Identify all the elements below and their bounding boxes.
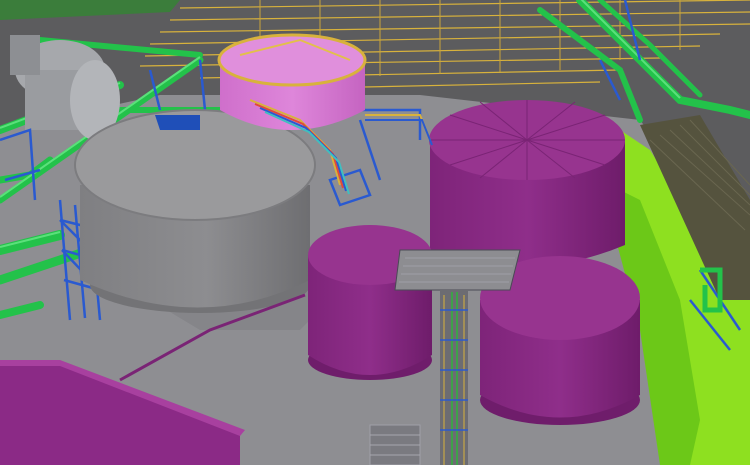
large-purple-tank[interactable] bbox=[429, 100, 625, 267]
small-purple-tank-left[interactable] bbox=[308, 225, 432, 380]
gray-storage-tank[interactable] bbox=[74, 109, 316, 313]
plant-3d-view[interactable] bbox=[0, 0, 750, 465]
